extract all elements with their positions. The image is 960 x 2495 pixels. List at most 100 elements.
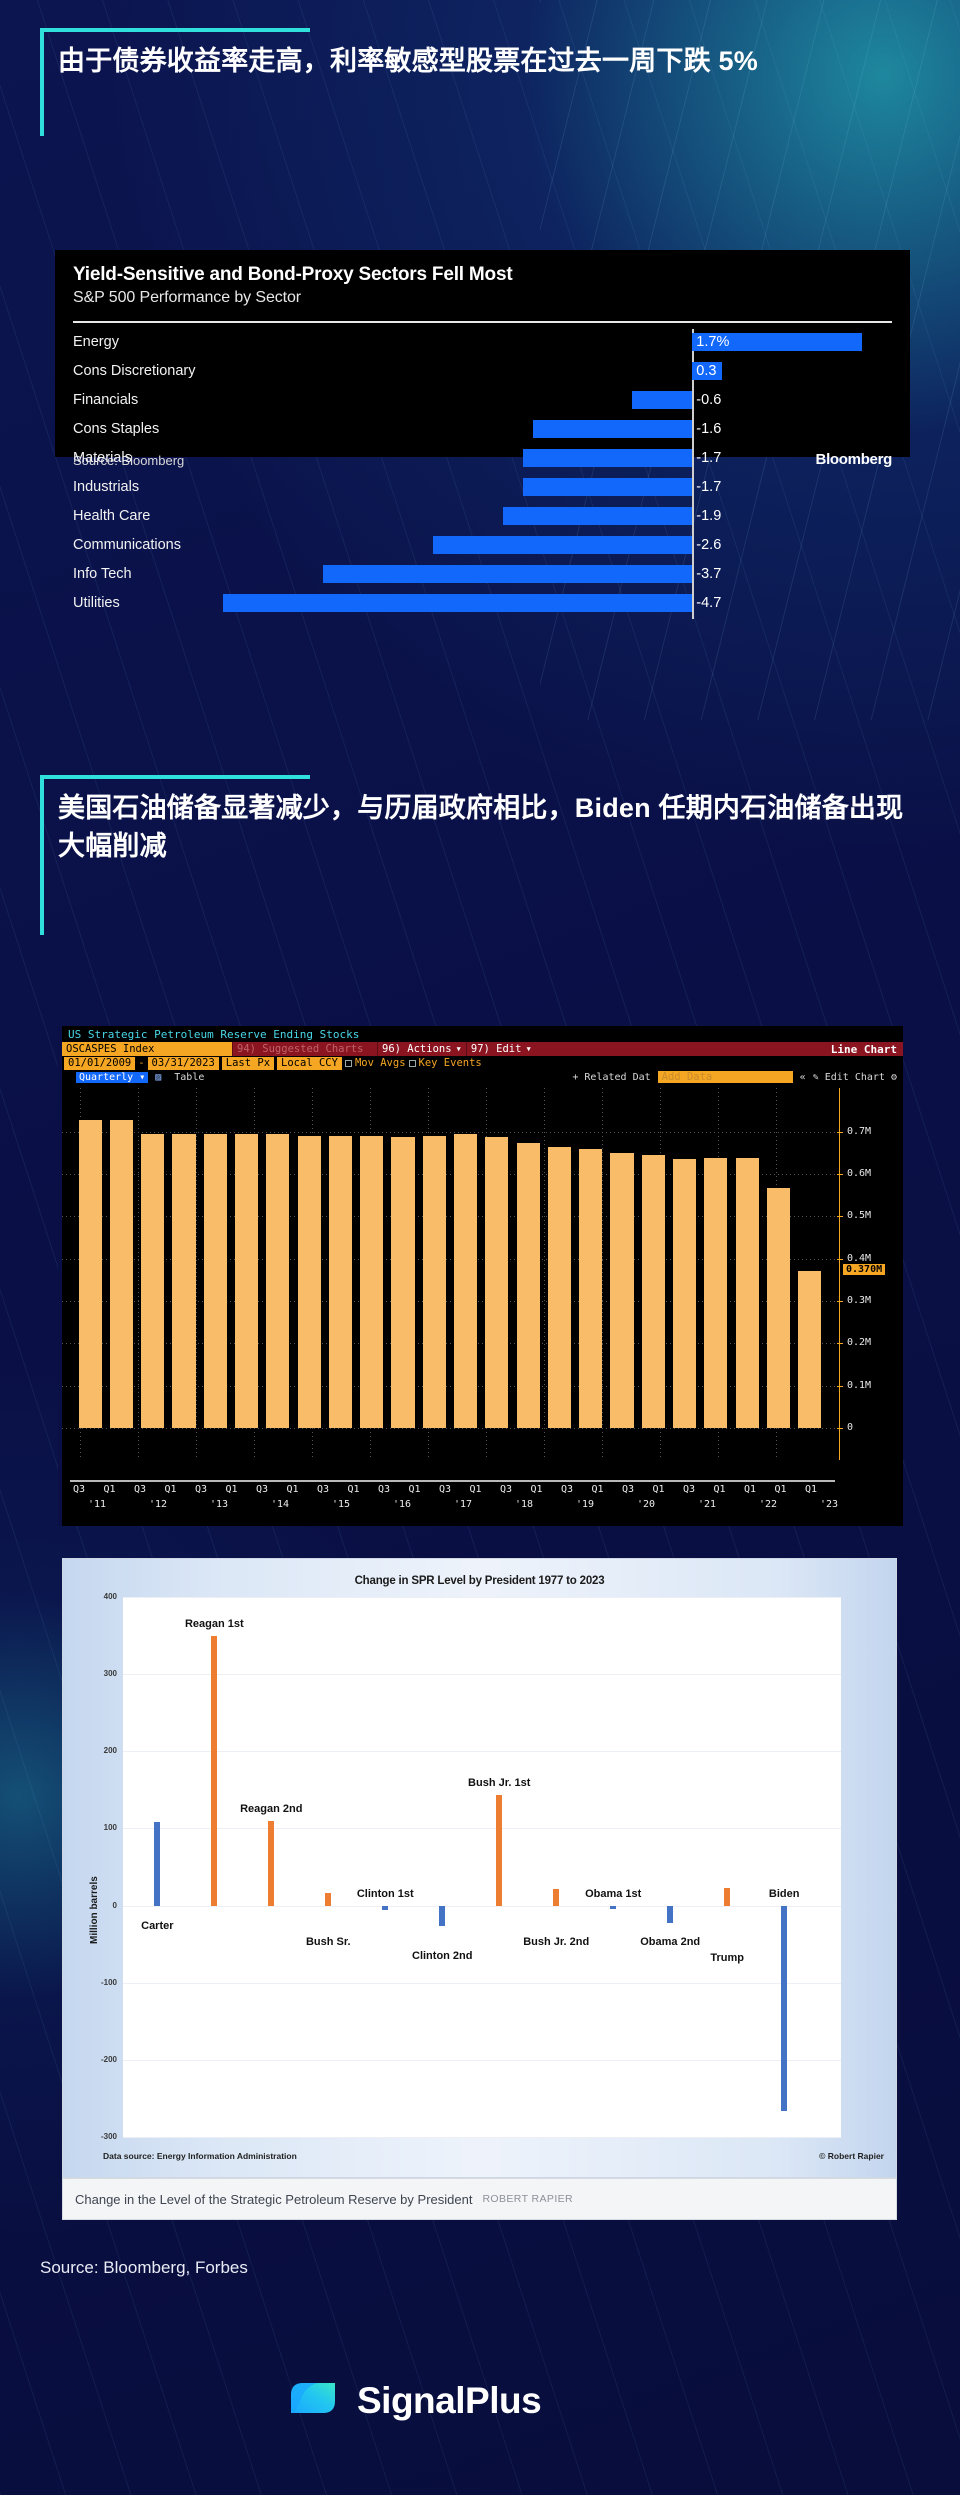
terminal-bar — [391, 1136, 415, 1428]
headline-1-text: 由于债券收益率走高，利率敏感型股票在过去一周下跌 5% — [58, 46, 758, 76]
terminal-y-axis: 0 0.1M 0.2M 0.3M 0.4M 0.5M 0.6M 0.7M 0.370M — [837, 1088, 903, 1460]
frequency-select[interactable]: Quarterly ▾ — [76, 1071, 149, 1083]
terminal-x-year-label: '22 — [758, 1499, 778, 1510]
forbes-bar-label: Obama 2nd — [640, 1935, 701, 1948]
sector-label: Cons Discretionary — [73, 362, 196, 379]
edit-chart-button[interactable]: ✎ Edit Chart ⚙ — [813, 1072, 897, 1083]
terminal-bar — [704, 1158, 728, 1428]
related-data-button[interactable]: + Related Dat — [572, 1072, 650, 1083]
sector-label: Cons Staples — [73, 420, 160, 437]
sector-bar-row: Info Tech -3.7 — [73, 559, 892, 588]
forbes-y-tick-label: 200 — [103, 1746, 117, 1756]
chart-divider — [73, 321, 892, 323]
terminal-x-quarter-label: Q3 — [438, 1484, 452, 1495]
terminal-x-quarter-label: Q1 — [164, 1484, 177, 1495]
collapse-icon[interactable]: « — [800, 1072, 806, 1083]
bracket-top-line — [40, 28, 310, 32]
headline-2-text: 美国石油储备显著减少，与历届政府相比，Biden 任期内石油储备出现大幅削减 — [58, 793, 904, 862]
sector-bar-row: Communications -2.6 — [73, 530, 892, 559]
bracket-top-line — [40, 775, 310, 779]
forbes-chart-background: Change in SPR Level by President 1977 to… — [63, 1559, 896, 2177]
terminal-bar-plot — [62, 1088, 837, 1460]
terminal-x-year-label: '19 — [575, 1499, 595, 1510]
table-button[interactable]: Table — [174, 1072, 204, 1083]
actions-menu[interactable]: 96) Actions ▾ — [377, 1042, 466, 1056]
terminal-bar — [579, 1148, 603, 1428]
terminal-x-quarter-label: Q3 — [194, 1484, 208, 1495]
bracket-left-line — [40, 28, 44, 136]
add-data-input[interactable]: Add Data — [657, 1071, 793, 1083]
mov-avgs-toggle[interactable]: Mov Avgs — [344, 1057, 406, 1069]
terminal-tick-label: 0.1M — [847, 1379, 872, 1391]
sector-value-label: -0.6 — [696, 391, 722, 408]
terminal-tick-mark — [837, 1258, 843, 1260]
source-line: Source: Bloomberg, Forbes — [40, 2258, 248, 2277]
ticker-field[interactable]: OSCASPES Index — [62, 1042, 232, 1056]
terminal-bar — [454, 1133, 478, 1428]
sector-label: Financials — [73, 391, 139, 408]
sector-value-label: -1.7 — [696, 478, 722, 495]
chart-style-icon[interactable]: ▨ — [155, 1072, 161, 1083]
date-to-field[interactable]: 03/31/2023 — [147, 1056, 219, 1070]
currency-select[interactable]: Local CCY — [277, 1056, 342, 1070]
terminal-gridline-v — [544, 1088, 545, 1460]
sector-bar-row: Utilities -4.7 — [73, 588, 892, 617]
headline-1-block: 由于债券收益率走高，利率敏感型股票在过去一周下跌 5% — [40, 28, 920, 138]
forbes-bar-label: Carter — [141, 1919, 174, 1932]
forbes-bar-label: Reagan 1st — [184, 1617, 244, 1630]
key-events-toggle[interactable]: Key Events — [408, 1057, 482, 1069]
terminal-x-quarter-label: Q1 — [804, 1484, 818, 1495]
sector-bar-rows: Energy 1.7% Cons Discretionary 0.3 Financial… — [73, 327, 892, 619]
terminal-last-value-flag: 0.370M — [843, 1264, 886, 1276]
terminal-bar — [297, 1135, 321, 1428]
chart-caption-bar: Change in the Level of the Strategic Pet… — [62, 2178, 897, 2220]
terminal-tick-mark — [837, 1216, 843, 1218]
bracket-left-line — [40, 775, 44, 935]
terminal-x-quarter-label: Q1 — [286, 1484, 299, 1495]
sector-value-label: -3.7 — [696, 565, 722, 582]
terminal-x-quarter-label: Q3 — [316, 1484, 330, 1495]
sector-bar — [632, 391, 693, 409]
terminal-bar — [109, 1120, 133, 1428]
checkbox-icon — [344, 1059, 352, 1067]
chart-type-label[interactable]: Line Chart — [824, 1042, 903, 1056]
forbes-bar-label: Reagan 2nd — [240, 1802, 303, 1815]
terminal-security-title: US Strategic Petroleum Reserve Ending St… — [62, 1026, 903, 1042]
terminal-x-quarter-label: Q3 — [133, 1484, 147, 1495]
actions-label: 96) Actions — [382, 1043, 452, 1055]
sector-bar-row: Financials -0.6 — [73, 385, 892, 414]
price-field-select[interactable]: Last Px — [221, 1056, 275, 1070]
sector-bar-track: -1.7 — [193, 443, 892, 472]
terminal-bar — [234, 1133, 259, 1428]
chart-title: Yield-Sensitive and Bond-Proxy Sectors F… — [73, 264, 513, 285]
terminal-bar — [78, 1120, 102, 1428]
forbes-president-bar — [553, 1888, 560, 1906]
sector-bar — [522, 478, 693, 496]
terminal-bar — [735, 1158, 759, 1428]
sector-label: Utilities — [73, 594, 120, 611]
sector-bar-row: Health Care -1.9 — [73, 501, 892, 530]
terminal-x-axis: Q3 Q1 Q3 Q1 Q3 Q1 Q3 Q1 Q3 Q1 Q3 Q1 Q3 Q1 Q3 Q1 Q3 Q1 Q3 Q1… — [62, 1460, 903, 1526]
terminal-axis-line — [839, 1088, 840, 1460]
terminal-x-quarter-label: Q1 — [347, 1484, 360, 1495]
terminal-x-quarter-label: Q1 — [774, 1484, 787, 1495]
sector-bar-track: 0.3 — [193, 356, 892, 385]
sector-bar — [502, 507, 693, 525]
forbes-president-bar — [667, 1905, 674, 1923]
forbes-bar-label: Clinton 2nd — [412, 1949, 473, 1962]
forbes-spr-chart: Change in SPR Level by President 1977 to… — [62, 1558, 897, 2178]
headline-2-bracket: 美国石油储备显著减少，与历届政府相比，Biden 任期内石油储备出现大幅削减 — [40, 775, 920, 935]
edit-menu[interactable]: 97) Edit ▾ — [465, 1042, 536, 1056]
forbes-y-tick-label: 300 — [103, 1669, 117, 1679]
terminal-bar — [172, 1133, 196, 1428]
suggested-charts-button[interactable]: 94) Suggested Charts — [232, 1042, 377, 1056]
terminal-period-row: Quarterly ▾ ▨ Table + Related Dat Add Da… — [62, 1070, 903, 1084]
forbes-president-bar — [325, 1893, 332, 1906]
date-from-field[interactable]: 01/01/2009 — [64, 1056, 136, 1070]
terminal-bar — [266, 1133, 290, 1428]
sector-label: Health Care — [73, 507, 151, 524]
terminal-x-year-label: '16 — [392, 1499, 412, 1510]
forbes-y-tick-label: -200 — [100, 2054, 117, 2064]
sector-bar — [522, 449, 693, 467]
terminal-x-year-label: '23 — [819, 1499, 839, 1510]
